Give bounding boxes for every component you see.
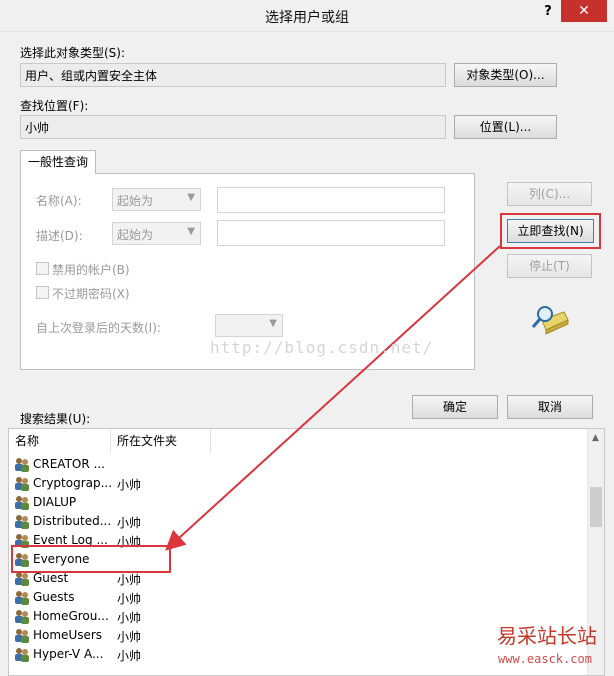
site-url-watermark: www.easck.com [498, 652, 592, 666]
site-watermark: 易采站长站 [497, 624, 597, 648]
blog-watermark: http://blog.csdn.net/ [210, 338, 434, 357]
